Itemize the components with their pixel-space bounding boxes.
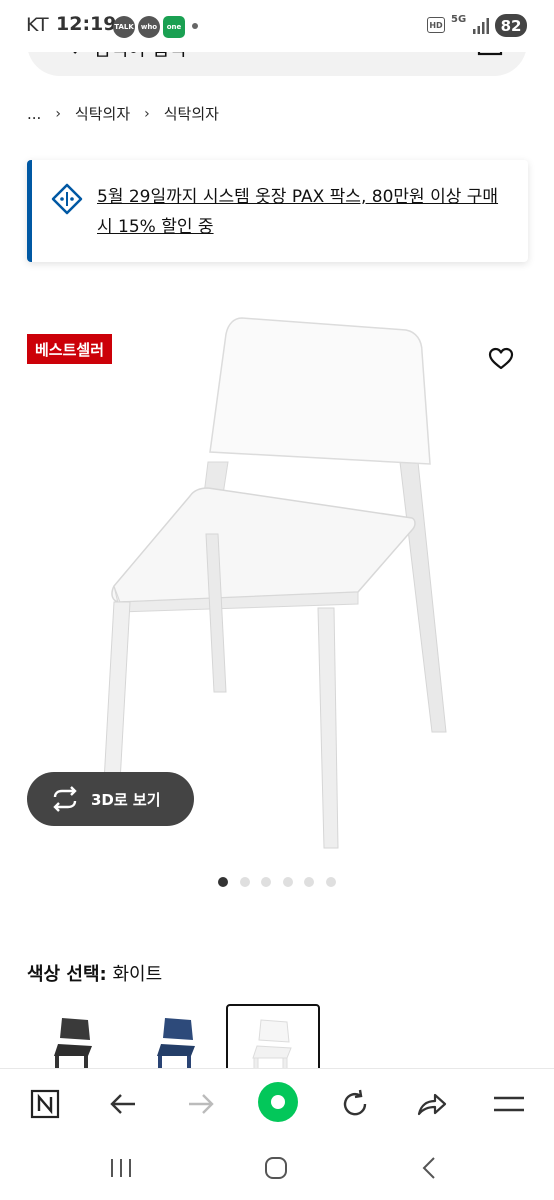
chair-thumbnail-white [252, 1019, 292, 1070]
refresh-icon[interactable] [338, 1087, 372, 1121]
view-3d-label: 3D로 보기 [91, 791, 161, 809]
price-tag-icon [51, 183, 83, 215]
breadcrumb-item[interactable]: 식탁의자 [164, 103, 219, 124]
chevron-right-icon: › [144, 105, 150, 122]
notification-dot-icon [192, 23, 198, 29]
carousel-dots [218, 877, 347, 887]
carousel-dot[interactable] [218, 877, 228, 887]
swatch-white[interactable] [226, 1004, 320, 1070]
chair-thumbnail-blue [157, 1018, 195, 1070]
swatch-black[interactable] [27, 1004, 121, 1070]
carousel-dot[interactable] [282, 877, 293, 887]
carrier-label: KT [26, 14, 49, 36]
back-icon[interactable] [420, 1156, 440, 1180]
product-image[interactable] [90, 312, 470, 852]
menu-icon[interactable] [492, 1087, 526, 1121]
one-app-icon: one [163, 16, 185, 38]
battery-indicator: 82 [495, 14, 527, 37]
promo-text[interactable]: 5월 29일까지 시스템 옷장 PAX 팍스, 80만원 이상 구매시 15% … [97, 182, 507, 242]
forward-icon[interactable] [184, 1087, 218, 1121]
signal-icon [473, 18, 489, 34]
home-green-icon[interactable] [258, 1082, 298, 1122]
clock: 12:19 [56, 13, 117, 35]
swatch-blue[interactable] [130, 1004, 224, 1070]
breadcrumb-ellipsis[interactable]: ... [27, 105, 41, 123]
network-type: 5G [451, 14, 467, 25]
back-icon[interactable] [106, 1087, 140, 1121]
rotate-3d-icon [53, 786, 77, 812]
breadcrumb-item[interactable]: 식탁의자 [75, 103, 130, 124]
home-icon[interactable] [264, 1156, 288, 1180]
android-navigation-bar [0, 1138, 554, 1200]
color-select: 색상 선택: 화이트 [27, 960, 162, 986]
recents-icon[interactable] [108, 1156, 134, 1180]
breadcrumb: ... › 식탁의자 › 식탁의자 [27, 103, 219, 124]
chair-thumbnail-black [54, 1018, 92, 1070]
status-bar: KT 12:19 TALK who one HD 5G 82 [0, 0, 554, 52]
carousel-dot[interactable] [325, 877, 336, 887]
heart-icon[interactable] [488, 347, 514, 371]
carousel-dot[interactable] [239, 877, 250, 887]
share-icon[interactable] [415, 1087, 449, 1121]
view-3d-button[interactable]: 3D로 보기 [27, 772, 194, 826]
carousel-dot[interactable] [304, 877, 314, 887]
naver-n-icon[interactable] [28, 1087, 62, 1121]
color-select-value: 화이트 [112, 964, 163, 985]
color-select-label: 색상 선택: [27, 964, 107, 985]
chevron-right-icon: › [55, 105, 61, 122]
whowho-icon: who [138, 16, 160, 38]
color-swatches [27, 1004, 527, 1070]
hd-icon: HD [427, 17, 445, 33]
browser-toolbar [0, 1068, 554, 1138]
kakaotalk-icon: TALK [113, 16, 135, 38]
promo-banner[interactable]: 5월 29일까지 시스템 옷장 PAX 팍스, 80만원 이상 구매시 15% … [27, 160, 528, 262]
carousel-dot[interactable] [261, 877, 271, 887]
